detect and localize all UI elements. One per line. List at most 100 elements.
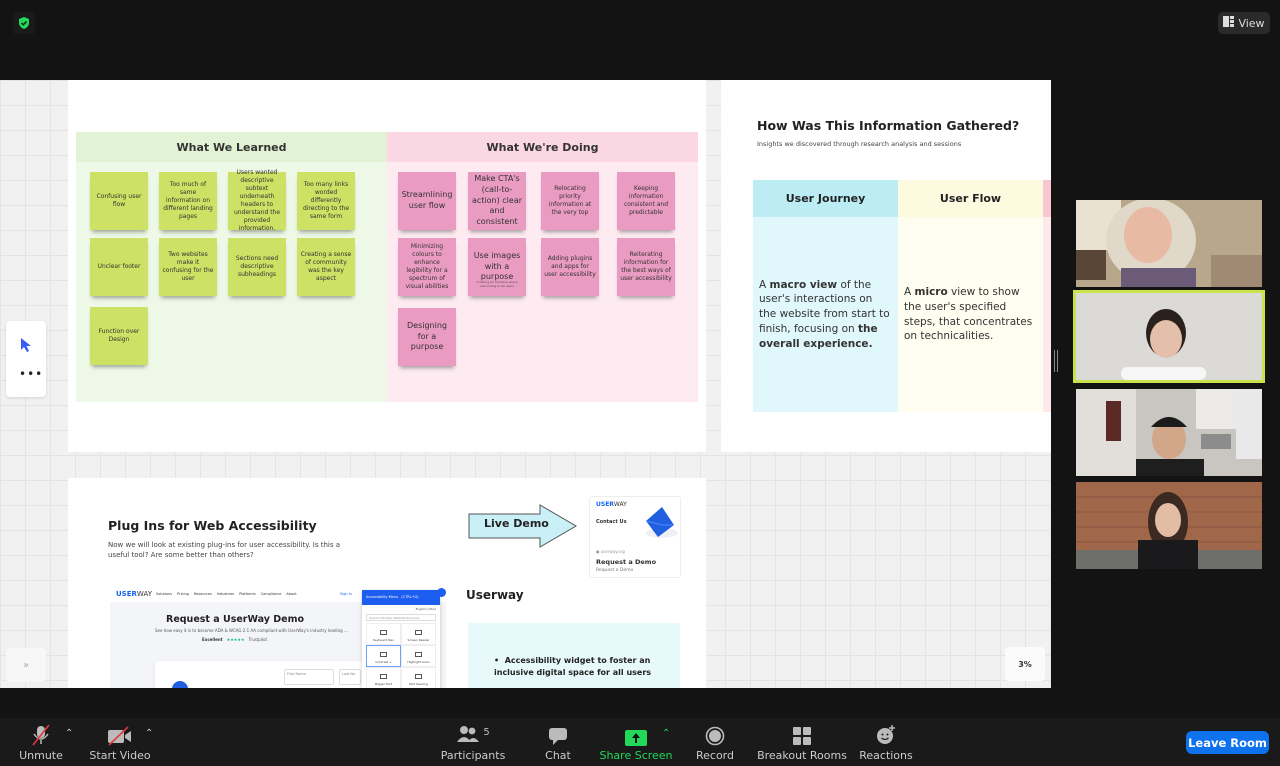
user-journey-desc: A macro view of the user's interactions … xyxy=(753,217,898,412)
user-flow-column: User Flow A micro view to show the user'… xyxy=(898,180,1043,412)
video-tile-participant-3[interactable] xyxy=(1076,389,1262,476)
live-demo-label: Live Demo xyxy=(484,517,549,530)
plugins-frame: Plug Ins for Web Accessibility Now we wi… xyxy=(68,478,706,688)
sticky-note[interactable]: Function over Design xyxy=(90,307,148,365)
meeting-controls: Unmute ⌃ Start Video ⌃ 5 Participants Ch… xyxy=(0,718,1280,766)
userway-title: Userway xyxy=(466,588,524,602)
breakout-rooms-button[interactable]: Breakout Rooms xyxy=(757,718,847,766)
screenshot-logo: USERWAY xyxy=(116,590,152,598)
screenshot-nav: Solutions Pricing Resources Industries Platf… xyxy=(156,592,297,596)
accessibility-menu-item: Screen Reader xyxy=(401,623,436,645)
chat-bubble-icon xyxy=(548,718,568,746)
accessibility-toggle-icon xyxy=(437,588,446,597)
user-journey-header: User Journey xyxy=(753,180,898,217)
screenshot-nav-item: About xyxy=(286,592,297,596)
screenshot-desc: See how easy it is to become ADA & WCAG … xyxy=(155,628,348,633)
screenshot-nav-item: Pricing xyxy=(177,592,189,596)
sticky-note[interactable]: Too many links worded differently direct… xyxy=(297,172,355,230)
sticky-note[interactable]: Two websites make it confusing for the u… xyxy=(159,238,217,296)
start-video-button[interactable]: Start Video xyxy=(88,718,152,766)
what-were-doing-column: What We're Doing Streamlining user flow M… xyxy=(387,132,698,402)
reactions-button[interactable]: Reactions xyxy=(858,718,914,766)
accessibility-menu-item: Contrast + xyxy=(366,645,401,667)
zoom-meeting-window: View What We Learned Confusing user flow… xyxy=(0,0,1280,766)
video-tile-participant-1[interactable] xyxy=(1076,200,1262,287)
view-label: View xyxy=(1238,16,1265,30)
participants-icon xyxy=(456,725,480,746)
panel-resize-handle[interactable] xyxy=(1054,350,1058,372)
expand-panel-button[interactable]: » xyxy=(6,648,46,682)
sticky-note[interactable]: Creating a sense of community was the ke… xyxy=(297,238,355,296)
sticky-note[interactable]: Streamlining user flow xyxy=(398,172,456,230)
screenshot-nav-item: Solutions xyxy=(156,592,173,596)
chat-button[interactable]: Chat xyxy=(540,718,576,766)
unmute-button[interactable]: Unmute xyxy=(18,718,64,766)
breakout-rooms-icon xyxy=(792,718,812,746)
plugins-subtitle: Now we will look at existing plug-ins fo… xyxy=(108,541,341,560)
screenshot-heading: Request a UserWay Demo xyxy=(166,614,304,625)
demo-card-sub: Request a Demo xyxy=(596,568,634,573)
more-options-icon[interactable]: ••• xyxy=(19,367,43,381)
screenshot-rating: Excellent ★★★★★ Trustpilot xyxy=(202,637,268,642)
shield-check-icon[interactable] xyxy=(13,12,35,34)
sticky-note[interactable]: Confusing user flow xyxy=(90,172,148,230)
screenshot-nav-item: Platforms xyxy=(239,592,256,596)
view-grid-icon xyxy=(1223,16,1235,30)
video-options-caret[interactable]: ⌃ xyxy=(145,728,153,739)
participants-button[interactable]: 5 Participants xyxy=(440,718,506,766)
whiteboard-toolbar: ••• xyxy=(6,321,46,397)
leave-room-button[interactable]: Leave Room xyxy=(1186,731,1269,754)
learned-header: What We Learned xyxy=(76,132,387,162)
top-bar: View xyxy=(0,0,1280,80)
select-cursor-icon[interactable] xyxy=(20,337,32,357)
sticky-subnote: Creating an inclusive space welcoming to… xyxy=(476,279,518,288)
accessibility-menu-item: Highlight Links xyxy=(401,645,436,667)
accessibility-menu-item: Text Spacing xyxy=(401,667,436,688)
sticky-note[interactable]: Unclear footer xyxy=(90,238,148,296)
demo-card-title: Request a Demo xyxy=(596,558,657,566)
sticky-note[interactable]: Keeping information consistent and predi… xyxy=(617,172,675,230)
share-screen-icon xyxy=(625,718,647,746)
accessibility-menu: Accessibility Menu (CTRL+U) English (USA)… xyxy=(362,590,440,688)
gathered-subtitle: Insights we discovered through research … xyxy=(757,140,962,148)
reactions-smiley-icon xyxy=(875,718,897,746)
sticky-note[interactable]: Relocating priority information at the v… xyxy=(541,172,599,230)
microphone-muted-icon xyxy=(30,718,52,746)
record-button[interactable]: Record xyxy=(694,718,736,766)
gathered-title: How Was This Information Gathered? xyxy=(757,118,1020,133)
camera-off-icon xyxy=(107,718,133,746)
sticky-note[interactable]: Make CTA's (call-to-action) clear and co… xyxy=(468,172,526,230)
record-icon xyxy=(705,718,725,746)
third-column-edge xyxy=(1043,180,1051,412)
sticky-note[interactable]: Designing for a purpose xyxy=(398,308,456,366)
plugins-title: Plug Ins for Web Accessibility xyxy=(108,518,317,533)
accessibility-menu-item: Keyboard Nav xyxy=(366,623,401,645)
accessibility-menu-item: Bigger Text xyxy=(366,667,401,688)
video-tile-participant-2-active-speaker[interactable] xyxy=(1073,290,1265,383)
screenshot-nav-item: Compliance xyxy=(260,592,282,596)
shared-whiteboard[interactable]: What We Learned Confusing user flow Too m… xyxy=(0,80,1051,688)
screenshot-nav-item: Industries xyxy=(216,592,235,596)
participants-count: 5 xyxy=(483,727,490,738)
zoom-level-button[interactable]: 3% xyxy=(1005,647,1045,681)
sticky-note[interactable]: Use images with a purpose Creating an inc… xyxy=(468,238,526,296)
sticky-note[interactable]: Reiterating information for the best way… xyxy=(617,238,675,296)
audio-options-caret[interactable]: ⌃ xyxy=(65,728,73,739)
sticky-note[interactable]: Minimizing colours to enhance legibility… xyxy=(398,238,456,296)
sticky-note[interactable]: Too much of same information on differen… xyxy=(159,172,217,230)
what-we-learned-column: What We Learned Confusing user flow Too m… xyxy=(76,132,387,402)
sticky-note[interactable]: Adding plugins and apps for user accessi… xyxy=(541,238,599,296)
demo-card[interactable]: USERWAY Contact Us ● userway.org Request… xyxy=(589,496,681,578)
screenshot-signin: Sign In xyxy=(340,592,352,596)
screenshot-field-first-name: First Name xyxy=(284,669,334,685)
share-screen-button[interactable]: Share Screen xyxy=(598,718,674,766)
sticky-note[interactable]: Users wanted descriptive subtext underne… xyxy=(228,169,286,232)
sticky-note[interactable]: Sections need descriptive subheadings xyxy=(228,238,286,296)
video-tile-participant-4[interactable] xyxy=(1076,482,1262,569)
learned-doing-frame: What We Learned Confusing user flow Too m… xyxy=(68,80,706,452)
share-options-caret[interactable]: ⌃ xyxy=(662,728,670,739)
envelope-icon xyxy=(645,507,678,538)
demo-card-site: ● userway.org xyxy=(596,549,625,554)
view-button[interactable]: View xyxy=(1218,12,1270,34)
demo-card-contact: Contact Us xyxy=(596,519,627,525)
